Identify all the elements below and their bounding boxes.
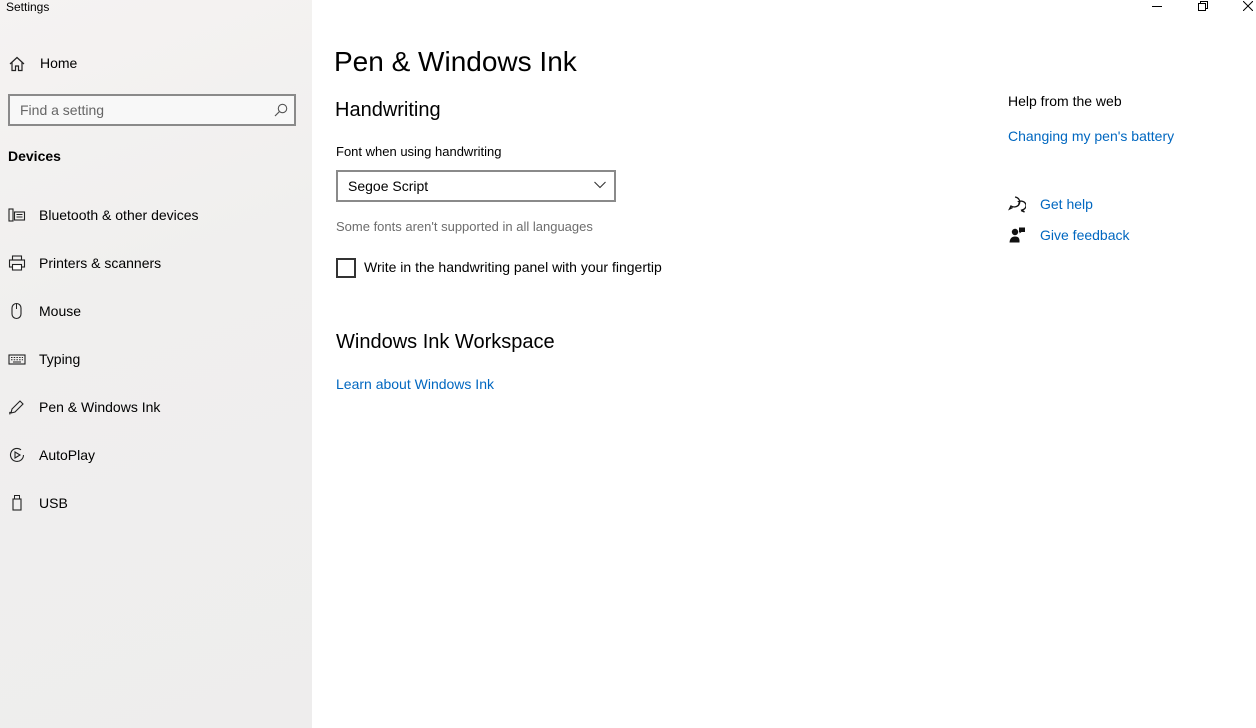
app-title: Settings [6, 0, 50, 14]
bluetooth-devices-icon [8, 208, 26, 222]
sidebar-item-printers[interactable]: Printers & scanners [0, 243, 312, 283]
usb-icon [12, 495, 22, 511]
sidebar-section-label: Devices [8, 148, 61, 164]
sidebar-item-usb[interactable]: USB [0, 483, 312, 523]
sidebar-item-typing[interactable]: Typing [0, 339, 312, 379]
chevron-down-icon [594, 181, 606, 189]
search-icon[interactable] [274, 103, 288, 117]
keyboard-icon [8, 354, 26, 365]
help-title: Help from the web [1008, 93, 1122, 109]
sidebar-item-pen[interactable]: Pen & Windows Ink [0, 387, 312, 427]
sidebar-item-home[interactable]: Home [0, 46, 312, 80]
printer-icon [8, 255, 26, 271]
autoplay-icon [9, 447, 25, 462]
get-help-icon: ? [1008, 196, 1026, 213]
sidebar-item-label: Mouse [39, 303, 82, 319]
give-feedback-link[interactable]: Give feedback [1040, 227, 1130, 243]
sidebar-item-autoplay[interactable]: AutoPlay [0, 435, 312, 475]
feedback-icon [1009, 227, 1025, 243]
mouse-icon [11, 302, 22, 320]
sidebar-item-label: USB [39, 495, 68, 511]
fingertip-checkbox[interactable] [336, 258, 356, 278]
close-icon [1243, 1, 1253, 11]
close-button[interactable] [1226, 0, 1256, 14]
restore-button[interactable] [1180, 0, 1226, 14]
page-title: Pen & Windows Ink [334, 46, 577, 77]
sidebar-item-label: Printers & scanners [39, 255, 162, 271]
font-dropdown-value: Segoe Script [348, 178, 429, 194]
pen-battery-link[interactable]: Changing my pen's battery [1008, 128, 1174, 144]
minimize-icon [1152, 6, 1162, 7]
home-icon [9, 56, 25, 72]
sidebar: Settings Home Devices Bluetooth & other … [0, 0, 312, 728]
font-support-note: Some fonts aren't supported in all langu… [336, 219, 593, 234]
fingertip-checkbox-label[interactable]: Write in the handwriting panel with your… [364, 259, 662, 275]
search-input[interactable] [10, 96, 270, 124]
handwriting-heading: Handwriting [335, 99, 441, 121]
ink-workspace-heading: Windows Ink Workspace [336, 331, 555, 353]
sidebar-item-label: Typing [39, 351, 81, 367]
get-help-link[interactable]: Get help [1040, 196, 1093, 212]
restore-icon [1198, 1, 1208, 11]
settings-window: Settings Home Devices Bluetooth & other … [0, 0, 1256, 728]
font-label: Font when using handwriting [336, 144, 502, 159]
sidebar-item-bluetooth[interactable]: Bluetooth & other devices [0, 195, 312, 235]
sidebar-item-label: Bluetooth & other devices [39, 207, 199, 223]
font-dropdown[interactable]: Segoe Script [336, 170, 616, 202]
sidebar-item-label: AutoPlay [39, 447, 96, 463]
learn-windows-ink-link[interactable]: Learn about Windows Ink [336, 376, 494, 392]
minimize-button[interactable] [1134, 0, 1180, 14]
sidebar-item-mouse[interactable]: Mouse [0, 291, 312, 331]
pen-icon [9, 400, 24, 415]
search-box [8, 94, 296, 126]
sidebar-item-label: Home [40, 55, 78, 71]
svg-text:?: ? [1017, 201, 1020, 208]
sidebar-item-label: Pen & Windows Ink [39, 399, 161, 415]
